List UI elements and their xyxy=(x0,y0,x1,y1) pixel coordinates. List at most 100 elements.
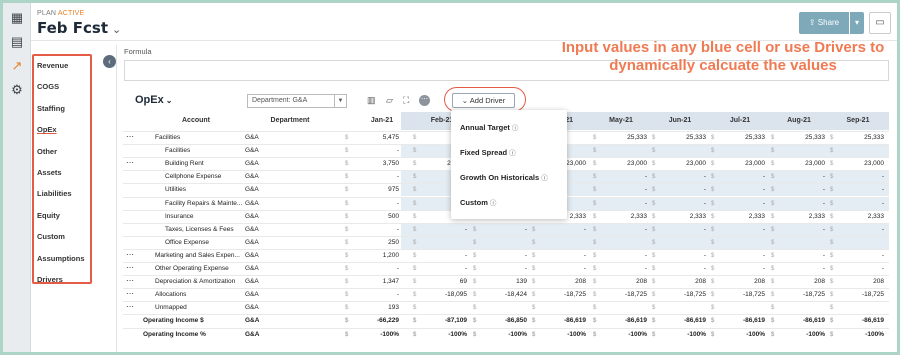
value-cell[interactable]: 23,000 xyxy=(775,158,825,170)
row-menu-icon[interactable]: ⋯ xyxy=(126,276,134,286)
menu-item-growth-on-historicals[interactable]: Growth On Historicals ⓘ xyxy=(460,172,548,182)
value-cell[interactable]: 2,333 xyxy=(775,211,825,223)
value-cell[interactable]: 1,347 xyxy=(349,276,399,288)
section-title[interactable]: OpEx ⌄ xyxy=(135,94,172,106)
value-cell[interactable]: 5,475 xyxy=(349,132,399,144)
value-cell[interactable]: - xyxy=(656,224,706,236)
value-cell[interactable] xyxy=(715,302,765,314)
value-cell[interactable]: -86,619 xyxy=(656,315,706,327)
sidebar-item-revenue[interactable]: Revenue xyxy=(37,61,68,70)
row-menu-icon[interactable]: ⋯ xyxy=(126,250,134,260)
value-cell[interactable]: -100% xyxy=(775,329,825,341)
comment-icon[interactable]: ▭ xyxy=(869,12,891,34)
value-cell[interactable]: - xyxy=(349,263,399,275)
value-cell[interactable]: 139 xyxy=(477,276,527,288)
value-cell[interactable]: - xyxy=(715,263,765,275)
value-cell[interactable]: - xyxy=(775,224,825,236)
value-cell[interactable]: -100% xyxy=(597,329,647,341)
value-cell[interactable]: - xyxy=(349,224,399,236)
value-cell[interactable] xyxy=(715,145,765,157)
expand-icon[interactable]: ⛶ xyxy=(403,95,409,106)
value-cell[interactable]: -86,619 xyxy=(597,315,647,327)
value-cell[interactable]: - xyxy=(477,224,527,236)
value-cell[interactable]: - xyxy=(715,250,765,262)
value-cell[interactable]: - xyxy=(656,171,706,183)
value-cell[interactable]: 25,333 xyxy=(834,132,884,144)
value-cell[interactable]: -87,109 xyxy=(417,315,467,327)
value-cell[interactable] xyxy=(597,302,647,314)
value-cell[interactable]: - xyxy=(417,250,467,262)
value-cell[interactable]: -100% xyxy=(536,329,586,341)
value-cell[interactable] xyxy=(715,237,765,249)
value-cell[interactable]: -18,725 xyxy=(656,289,706,301)
value-cell[interactable]: - xyxy=(597,224,647,236)
value-cell[interactable] xyxy=(477,237,527,249)
value-cell[interactable]: 208 xyxy=(715,276,765,288)
value-cell[interactable]: - xyxy=(775,184,825,196)
table-row[interactable]: Taxes, Licenses & Fees G&A $ - $ - $ - $ - $ - $ - $ - $… xyxy=(123,222,889,236)
value-cell[interactable]: -86,850 xyxy=(477,315,527,327)
table-row[interactable]: ⋯ Other Operating Expense G&A $ - $ - $ - $ - $ - $ - $… xyxy=(123,262,889,275)
value-cell[interactable]: -100% xyxy=(656,329,706,341)
table-row[interactable]: Operating Income $ G&A $ -66,229 $ -87,109 $ -8… xyxy=(123,314,889,327)
sidebar-item-cogs[interactable]: COGS xyxy=(37,82,59,91)
sidebar-item-assets[interactable]: Assets xyxy=(37,168,62,177)
value-cell[interactable]: - xyxy=(477,263,527,275)
value-cell[interactable]: - xyxy=(834,250,884,262)
menu-item-custom[interactable]: Custom ⓘ xyxy=(460,197,496,207)
value-cell[interactable]: -18,725 xyxy=(775,289,825,301)
value-cell[interactable] xyxy=(536,237,586,249)
row-menu-icon[interactable]: ⋯ xyxy=(126,158,134,168)
value-cell[interactable] xyxy=(417,302,467,314)
value-cell[interactable]: 3,750 xyxy=(349,158,399,170)
value-cell[interactable]: 208 xyxy=(656,276,706,288)
value-cell[interactable]: -86,619 xyxy=(834,315,884,327)
gear-icon[interactable]: ⚙ xyxy=(10,83,24,97)
sidebar-item-liabilities[interactable]: Liabilities xyxy=(37,189,72,198)
value-cell[interactable] xyxy=(834,145,884,157)
sidebar-item-assumptions[interactable]: Assumptions xyxy=(37,254,85,263)
value-cell[interactable]: -18,424 xyxy=(477,289,527,301)
bar-chart-icon[interactable]: ▥ xyxy=(367,95,376,106)
value-cell[interactable]: 2,333 xyxy=(597,211,647,223)
value-cell[interactable]: -86,619 xyxy=(775,315,825,327)
value-cell[interactable] xyxy=(597,237,647,249)
value-cell[interactable]: -86,619 xyxy=(536,315,586,327)
row-menu-icon[interactable]: ⋯ xyxy=(126,302,134,312)
sidebar-item-drivers[interactable]: Drivers xyxy=(37,275,63,284)
value-cell[interactable]: -18,725 xyxy=(715,289,765,301)
collapse-sidebar-icon[interactable]: ‹ xyxy=(103,55,116,68)
table-row[interactable]: ⋯ Marketing and Sales Expen... G&A $1,200 $ -… xyxy=(123,248,889,262)
value-cell[interactable]: - xyxy=(834,263,884,275)
table-row[interactable]: Office Expense G&A $250 $ $ $ $ $ $ $ $ xyxy=(123,235,889,249)
value-cell[interactable] xyxy=(775,145,825,157)
value-cell[interactable]: -100% xyxy=(477,329,527,341)
value-cell[interactable] xyxy=(656,145,706,157)
value-cell[interactable]: -100% xyxy=(417,329,467,341)
value-cell[interactable]: - xyxy=(597,250,647,262)
value-cell[interactable]: -100% xyxy=(834,329,884,341)
chevron-down-icon[interactable]: ⌄ xyxy=(112,23,121,36)
value-cell[interactable]: 208 xyxy=(536,276,586,288)
value-cell[interactable]: - xyxy=(597,184,647,196)
clipboard-icon[interactable]: ▤ xyxy=(10,35,24,49)
value-cell[interactable]: 25,333 xyxy=(656,132,706,144)
value-cell[interactable]: - xyxy=(536,263,586,275)
value-cell[interactable]: - xyxy=(597,263,647,275)
value-cell[interactable] xyxy=(775,302,825,314)
value-cell[interactable]: 193 xyxy=(349,302,399,314)
row-menu-icon[interactable]: ⋯ xyxy=(126,132,134,142)
value-cell[interactable]: 25,333 xyxy=(597,132,647,144)
value-cell[interactable]: - xyxy=(775,263,825,275)
value-cell[interactable]: 208 xyxy=(775,276,825,288)
value-cell[interactable]: - xyxy=(349,289,399,301)
value-cell[interactable]: - xyxy=(715,198,765,210)
value-cell[interactable]: 23,000 xyxy=(834,158,884,170)
sidebar-item-equity[interactable]: Equity xyxy=(37,211,60,220)
value-cell[interactable]: - xyxy=(656,250,706,262)
value-cell[interactable]: - xyxy=(834,224,884,236)
value-cell[interactable]: - xyxy=(775,171,825,183)
value-cell[interactable]: - xyxy=(536,224,586,236)
value-cell[interactable] xyxy=(597,145,647,157)
value-cell[interactable] xyxy=(775,237,825,249)
